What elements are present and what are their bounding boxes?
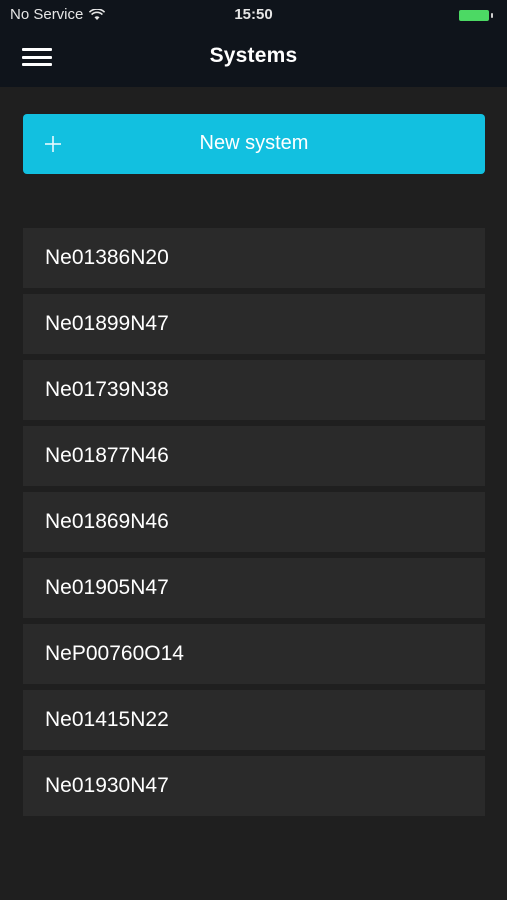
list-item[interactable]: Ne01930N47 [23, 756, 485, 816]
system-name: Ne01905N47 [45, 576, 169, 599]
system-name: Ne01899N47 [45, 312, 169, 335]
systems-list: Ne01386N20 Ne01899N47 Ne01739N38 Ne01877… [23, 228, 485, 822]
list-item[interactable]: Ne01899N47 [23, 294, 485, 354]
page-title: Systems [209, 44, 298, 67]
system-name: NeP00760O14 [45, 642, 184, 665]
list-item[interactable]: NeP00760O14 [23, 624, 485, 684]
battery-tip [491, 12, 493, 18]
new-system-button[interactable]: New system [23, 114, 485, 174]
list-item[interactable]: Ne01415N22 [23, 690, 485, 750]
list-item[interactable]: Ne01869N46 [23, 492, 485, 552]
system-name: Ne01869N46 [45, 510, 169, 533]
status-bar: No Service 15:50 [0, 0, 507, 30]
list-item[interactable]: Ne01386N20 [23, 228, 485, 288]
battery-icon [459, 9, 495, 21]
battery-level [459, 9, 489, 21]
app-header: No Service 15:50 Systems [0, 0, 507, 87]
system-name: Ne01930N47 [45, 774, 169, 797]
list-item[interactable]: Ne01905N47 [23, 558, 485, 618]
new-system-label: New system [199, 132, 309, 154]
list-item[interactable]: Ne01739N38 [23, 360, 485, 420]
status-time: 15:50 [234, 6, 273, 23]
list-item[interactable]: Ne01877N46 [23, 426, 485, 486]
system-name: Ne01739N38 [45, 378, 169, 401]
system-name: Ne01415N22 [45, 708, 169, 731]
system-name: Ne01386N20 [45, 246, 169, 269]
system-name: Ne01877N46 [45, 444, 169, 467]
